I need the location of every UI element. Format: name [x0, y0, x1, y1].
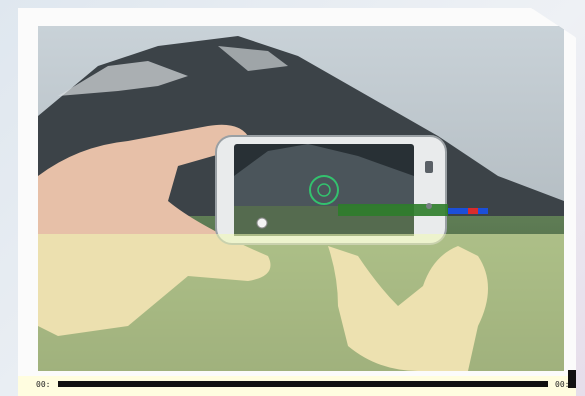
progress-bar[interactable]: [58, 381, 548, 387]
video-controls: 00: 00:: [18, 370, 576, 396]
time-elapsed: 00:: [36, 380, 51, 389]
video-frame[interactable]: [38, 26, 564, 371]
fullscreen-icon[interactable]: [568, 370, 576, 388]
highlight-overlay: [38, 234, 564, 371]
image-frame: [18, 8, 576, 376]
camera-shutter-icon: [256, 217, 268, 229]
